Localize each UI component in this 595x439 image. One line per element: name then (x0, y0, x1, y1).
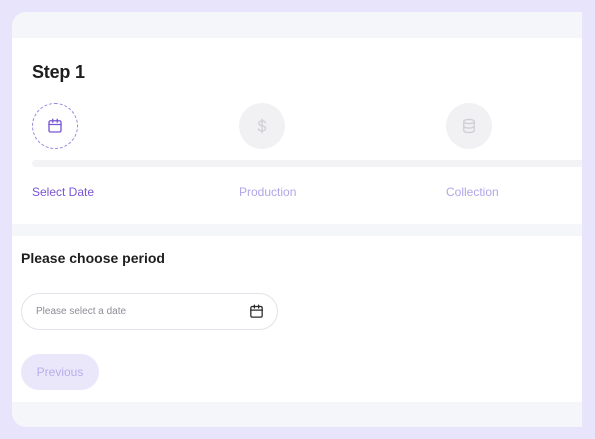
top-strip (12, 12, 582, 38)
step-label-production[interactable]: Production (239, 185, 296, 199)
dollar-icon (257, 118, 267, 134)
step-collection-indicator[interactable] (446, 103, 492, 149)
date-input[interactable] (36, 306, 248, 317)
step-title: Step 1 (32, 62, 85, 82)
step-label-collection[interactable]: Collection (446, 185, 499, 199)
app-frame: Step 1 Select Date Production Collection… (12, 12, 582, 427)
step-progress-track (32, 160, 582, 167)
step-production-indicator[interactable] (239, 103, 285, 149)
calendar-icon (48, 118, 62, 133)
calendar-icon[interactable] (248, 303, 265, 320)
step-select-date-indicator[interactable] (32, 103, 78, 149)
form-title: Please choose period (21, 250, 165, 266)
database-icon (463, 118, 475, 134)
step-label-select-date[interactable]: Select Date (32, 185, 94, 199)
date-picker-field[interactable] (21, 293, 278, 330)
previous-button[interactable]: Previous (21, 354, 99, 390)
